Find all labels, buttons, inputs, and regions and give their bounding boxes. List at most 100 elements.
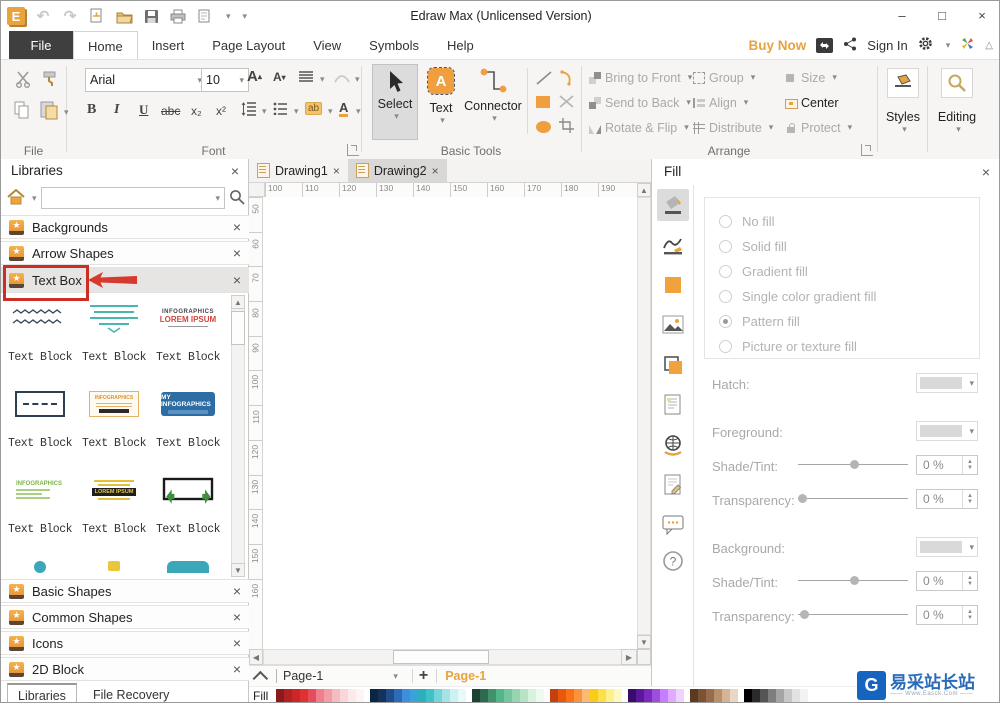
font-color-button[interactable]: A [339,101,349,117]
color-swatch[interactable] [698,689,707,702]
grow-font-button[interactable]: A ▴ [247,68,262,85]
line-spacing-icon[interactable] [241,102,257,119]
cut-icon[interactable] [15,70,33,91]
library-shape-item[interactable]: MY INFOGRAPHICS Text Block [155,387,221,473]
color-swatch[interactable] [800,689,809,702]
library-section-backgrounds[interactable]: ★ Backgrounds × [1,215,249,239]
format-painter-icon[interactable] [41,70,59,91]
font-dialog-launcher[interactable] [347,144,359,156]
fill-panel-close-icon[interactable]: × [982,165,990,179]
qat-dropdown-icon[interactable]: ▾ [226,11,231,22]
help-tab-icon[interactable]: ? [657,545,689,577]
libraries-panel-close-icon[interactable]: × [231,164,239,178]
picture-tab-icon[interactable] [657,309,689,341]
library-shape-item[interactable]: INFOGRAPHICS LOREM IPSUM Text Block [155,301,221,387]
color-swatch[interactable] [504,689,513,702]
copy-icon[interactable] [13,100,31,123]
color-swatch[interactable] [760,689,769,702]
crop-icon[interactable] [559,118,574,136]
library-shape-item[interactable]: Text Block [7,387,73,473]
color-swatch[interactable] [730,689,739,702]
delete-shape-icon[interactable] [558,94,575,112]
color-swatch[interactable] [566,689,575,702]
color-swatch[interactable] [378,689,387,702]
line-shape-icon[interactable] [535,70,553,89]
community-pinwheel-icon[interactable] [960,36,975,54]
color-swatch[interactable] [434,689,443,702]
scroll-up-icon[interactable]: ▲ [231,295,245,309]
color-swatch[interactable] [394,689,403,702]
fill-option-radio[interactable]: Picture or texture fill [719,336,993,356]
undo-icon[interactable]: ↶ [34,7,52,25]
collapse-pagebar-icon[interactable] [252,670,269,686]
arrange-item[interactable]: Distribute ▾ [693,121,785,135]
settings-dropdown-icon[interactable]: ▾ [946,40,951,51]
canvas-vscrollbar[interactable] [637,197,651,635]
library-shape-item[interactable]: INFOGRAPHICS Text Block [7,473,73,559]
shade-tint-slider[interactable] [798,459,908,469]
collapse-ribbon-icon[interactable]: △ [985,40,993,51]
color-swatch[interactable] [292,689,301,702]
fill-tab-icon[interactable] [657,189,689,221]
color-swatch[interactable] [606,689,615,702]
settings-gear-icon[interactable] [918,36,933,54]
library-shape-item[interactable]: INFOGRAPHICS Text Block [81,387,147,473]
connector-tool-button[interactable]: Connector ▾ [463,66,523,124]
underline-button[interactable]: U [139,102,148,118]
library-section-arrow-shapes[interactable]: ★ Arrow Shapes × [1,241,249,265]
color-swatch[interactable] [472,689,481,702]
highlight-dropdown-icon[interactable]: ▾ [328,106,333,117]
color-swatch[interactable] [582,689,591,702]
highlight-button[interactable]: ab [305,102,323,115]
foreground-dropdown[interactable]: ▾ [916,421,978,441]
color-swatch[interactable] [520,689,529,702]
color-swatch[interactable] [706,689,715,702]
color-swatch[interactable] [550,689,559,702]
tab-close-icon[interactable]: × [432,164,439,178]
color-swatch[interactable] [512,689,521,702]
color-swatch[interactable] [590,689,599,702]
text-align-dropdown-icon[interactable]: ▾ [320,74,325,85]
comment-tab-icon[interactable] [657,509,689,541]
menu-tab[interactable]: File [9,31,73,59]
shape-thumbnail[interactable] [167,561,209,573]
color-swatch[interactable] [418,689,427,702]
shrink-font-button[interactable]: A ▾ [273,70,286,84]
color-swatch[interactable] [488,689,497,702]
page-setup-tab-icon[interactable] [657,389,689,421]
color-swatch[interactable] [722,689,731,702]
panel-tab[interactable]: File Recovery [83,685,179,702]
canvas-hscrollbar-thumb[interactable] [393,650,489,664]
color-swatch[interactable] [410,689,419,702]
color-swatch[interactable] [636,689,645,702]
color-swatch[interactable] [598,689,607,702]
fill-option-radio[interactable]: Single color gradient fill [719,286,993,306]
document-tab[interactable]: Drawing1 × [249,159,348,182]
canvas-scroll-down-icon[interactable]: ▼ [637,635,651,649]
color-swatch[interactable] [324,689,333,702]
theme-tab-icon[interactable] [657,349,689,381]
font-family-combo[interactable]: Arial ▾ [85,68,207,92]
hatch-dropdown[interactable]: ▾ [916,373,978,393]
color-swatch[interactable] [348,689,357,702]
color-swatch[interactable] [652,689,661,702]
shape-thumbnail[interactable] [108,561,120,571]
bullet-list-dropdown-icon[interactable]: ▾ [294,106,299,117]
section-close-icon[interactable]: × [233,610,241,624]
canvas-scroll-right-icon[interactable]: ▶ [621,649,637,665]
sign-in-link[interactable]: Sign In [867,38,907,53]
color-swatch[interactable] [458,689,467,702]
color-swatch[interactable] [370,689,379,702]
menu-tab[interactable]: Insert [138,31,199,59]
library-scrollbar-thumb[interactable] [231,311,245,345]
maximize-button[interactable]: □ [929,5,955,25]
drawing-canvas[interactable] [263,197,637,649]
bold-button[interactable]: B [87,102,96,118]
color-swatch[interactable] [450,689,459,702]
add-page-button[interactable]: + [419,667,428,685]
library-section-basic-shapes[interactable]: ★ Basic Shapes × [1,579,249,603]
print-icon[interactable] [169,7,187,25]
export-icon[interactable] [196,7,214,25]
transparency-spinner[interactable]: 0 % ▲ ▼ [916,489,978,509]
arrange-item[interactable]: Align ▾ [693,96,785,110]
